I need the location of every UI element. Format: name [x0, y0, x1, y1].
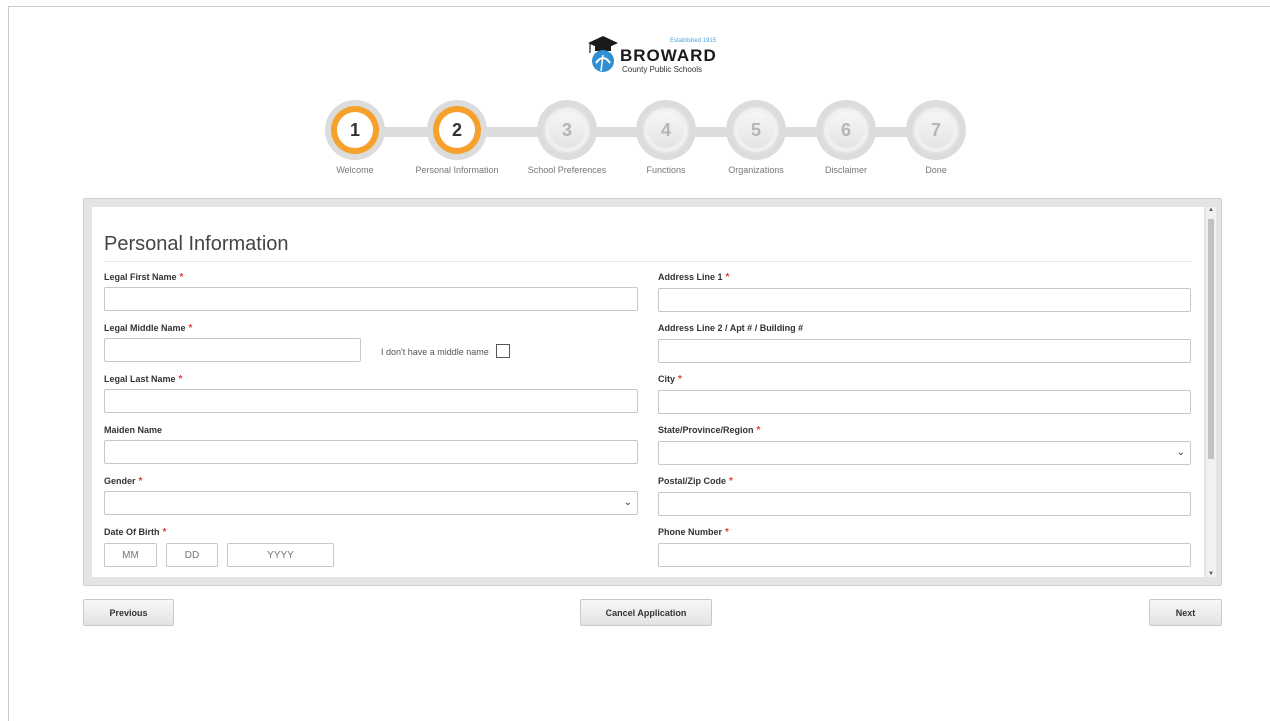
chevron-down-icon: ⌄ — [1176, 447, 1185, 458]
scroll-down-arrow-icon[interactable]: ▼ — [1206, 571, 1216, 577]
previous-button[interactable]: Previous — [83, 599, 174, 626]
address1-label: Address Line 1 * — [658, 272, 730, 283]
step-number: 5 — [738, 112, 774, 148]
phone-input[interactable] — [658, 543, 1191, 567]
scrollbar-thumb[interactable] — [1208, 219, 1214, 459]
dob-year-input[interactable] — [227, 543, 334, 567]
dob-day-input[interactable] — [166, 543, 218, 567]
required-marker: * — [725, 527, 729, 538]
gender-label: Gender * — [104, 476, 143, 487]
chevron-down-icon: ⌄ — [623, 497, 632, 508]
step-label-personal-information: Personal Information — [415, 165, 499, 175]
first-name-input[interactable] — [104, 287, 638, 311]
city-label: City * — [658, 374, 682, 385]
required-marker: * — [178, 374, 183, 385]
city-input[interactable] — [658, 390, 1191, 414]
dob-month-input[interactable] — [104, 543, 157, 567]
address2-label: Address Line 2 / Apt # / Building # — [658, 323, 804, 333]
form-panel: Personal Information Legal First Name * L… — [83, 198, 1222, 586]
required-marker: * — [725, 272, 730, 283]
step-4: 4 — [636, 100, 696, 160]
no-middle-name-label: I don't have a middle name — [381, 347, 489, 357]
middle-name-label: Legal Middle Name * — [104, 323, 193, 334]
scroll-up-arrow-icon[interactable]: ▲ — [1206, 207, 1216, 213]
postal-input[interactable] — [658, 492, 1191, 516]
form-scroll-area: Personal Information Legal First Name * L… — [92, 207, 1204, 577]
progress-stepper: 1 Welcome 2 Personal Information 3 Schoo… — [320, 100, 980, 180]
step-label-done: Done — [925, 165, 947, 175]
phone-label: Phone Number * — [658, 527, 729, 538]
window-border-top — [8, 6, 1270, 7]
step-number: 7 — [918, 112, 954, 148]
step-number: 4 — [648, 112, 684, 148]
required-marker: * — [756, 425, 761, 436]
step-number: 6 — [828, 112, 864, 148]
last-name-label: Legal Last Name * — [104, 374, 183, 385]
step-number: 2 — [439, 112, 475, 148]
broward-logo: Established 1915 BROWARD County Public S… — [586, 33, 726, 75]
step-number: 3 — [549, 112, 585, 148]
logo-subtitle: County Public Schools — [622, 65, 703, 74]
form-scrollbar[interactable]: ▲ ▼ — [1206, 207, 1216, 577]
required-marker: * — [729, 476, 733, 487]
section-divider — [104, 261, 1192, 262]
logo-established: Established 1915 — [670, 38, 717, 44]
dob-label: Date Of Birth * — [104, 527, 167, 538]
address1-input[interactable] — [658, 288, 1191, 312]
address2-input[interactable] — [658, 339, 1191, 363]
required-marker: * — [162, 527, 167, 538]
step-2[interactable]: 2 — [427, 100, 487, 160]
step-number: 1 — [337, 112, 373, 148]
step-6: 6 — [816, 100, 876, 160]
required-marker: * — [678, 374, 682, 385]
required-marker: * — [179, 272, 184, 283]
no-middle-name-checkbox[interactable] — [496, 344, 510, 358]
maiden-name-input[interactable] — [104, 440, 638, 464]
graduation-cap-icon — [588, 36, 618, 72]
postal-label: Postal/Zip Code * — [658, 476, 733, 487]
cancel-application-button[interactable]: Cancel Application — [580, 599, 712, 626]
section-title: Personal Information — [104, 233, 289, 255]
step-label-welcome: Welcome — [336, 165, 374, 175]
state-select[interactable]: ⌄ — [658, 441, 1191, 465]
step-3: 3 — [537, 100, 597, 160]
gender-select[interactable]: ⌄ — [104, 491, 638, 515]
state-label: State/Province/Region * — [658, 425, 761, 436]
required-marker: * — [138, 476, 143, 487]
window-border-left — [8, 6, 9, 721]
maiden-name-label: Maiden Name — [104, 425, 163, 435]
step-5: 5 — [726, 100, 786, 160]
step-1[interactable]: 1 — [325, 100, 385, 160]
required-marker: * — [188, 323, 193, 334]
last-name-input[interactable] — [104, 389, 638, 413]
step-7: 7 — [906, 100, 966, 160]
middle-name-input[interactable] — [104, 338, 361, 362]
logo-name: BROWARD — [620, 46, 717, 65]
next-button[interactable]: Next — [1149, 599, 1222, 626]
step-label-school-preferences: School Preferences — [527, 165, 607, 175]
first-name-label: Legal First Name * — [104, 272, 184, 283]
